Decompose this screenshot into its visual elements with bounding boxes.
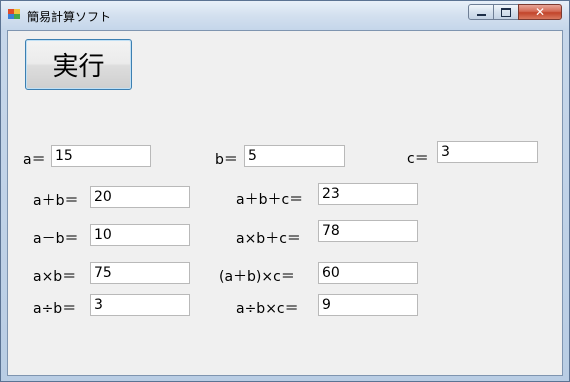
result-a-times-b[interactable]: 75: [90, 262, 190, 284]
label-a-minus-b: a－b＝: [33, 231, 79, 247]
label-a-plus-b-plus-c: a＋b＋c＝: [236, 192, 304, 208]
window-title: 簡易計算ソフト: [27, 10, 112, 24]
label-a-div-b-times-c: a÷b×c＝: [236, 301, 299, 317]
label-b: b＝: [215, 152, 238, 168]
result-a-times-b-plus-c[interactable]: 78: [318, 220, 418, 242]
run-button[interactable]: 実行: [25, 39, 132, 90]
input-a[interactable]: 15: [51, 145, 151, 167]
minimize-button[interactable]: [468, 4, 494, 20]
label-a-plus-b: a＋b＝: [33, 193, 79, 209]
title-bar[interactable]: 簡易計算ソフト ✕: [1, 1, 569, 30]
close-button[interactable]: ✕: [518, 4, 562, 20]
input-b[interactable]: 5: [244, 145, 345, 167]
result-a-plus-b-plus-c[interactable]: 23: [318, 183, 418, 205]
label-a: a＝: [23, 152, 46, 168]
input-c[interactable]: 3: [437, 141, 538, 163]
label-paren-a-plus-b-times-c: (a＋b)×c＝: [219, 269, 295, 285]
minimize-icon: [476, 14, 486, 16]
result-a-plus-b[interactable]: 20: [90, 186, 190, 208]
label-a-div-b: a÷b＝: [33, 301, 77, 317]
result-a-div-b-times-c[interactable]: 9: [318, 294, 418, 316]
close-icon: ✕: [534, 5, 546, 19]
app-icon: [8, 9, 21, 20]
result-a-minus-b[interactable]: 10: [90, 224, 190, 246]
label-a-times-b-plus-c: a×b＋c＝: [236, 231, 301, 247]
maximize-button[interactable]: [493, 4, 519, 20]
app-window: 簡易計算ソフト ✕ 実行 a＝ 15 b＝ 5 c＝ 3 a＋b＝ 20 a－b…: [0, 0, 570, 382]
maximize-icon: [501, 7, 511, 17]
label-c: c＝: [407, 151, 429, 167]
label-a-times-b: a×b＝: [33, 269, 77, 285]
result-a-div-b[interactable]: 3: [90, 294, 190, 316]
result-paren-a-plus-b-times-c[interactable]: 60: [318, 262, 418, 284]
